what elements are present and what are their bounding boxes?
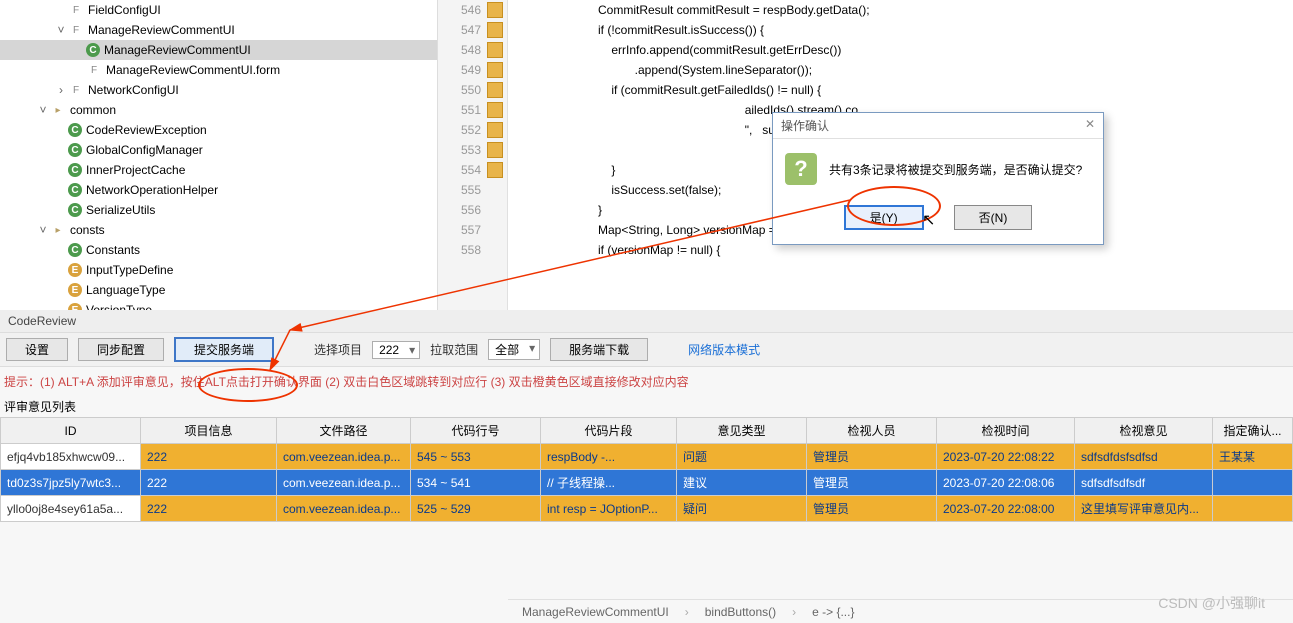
scope-select[interactable]: 全部 xyxy=(488,339,540,360)
column-header[interactable]: 代码行号 xyxy=(411,418,541,444)
toolbar: 设置 同步配置 提交服务端 选择项目 222 拉取范围 全部 服务端下载 网络版… xyxy=(0,332,1293,367)
table-row[interactable]: yllo0oj8e4sey61a5a...222com.veezean.idea… xyxy=(1,496,1293,522)
tree-item[interactable]: CConstants xyxy=(0,240,437,260)
column-header[interactable]: 意见类型 xyxy=(677,418,807,444)
tree-item[interactable]: CSerializeUtils xyxy=(0,200,437,220)
panel-title: CodeReview xyxy=(0,310,1293,332)
table-row[interactable]: efjq4vb185xhwcw09...222com.veezean.idea.… xyxy=(1,444,1293,470)
tree-item[interactable]: CInnerProjectCache xyxy=(0,160,437,180)
confirm-dialog: 操作确认 ✕ ? 共有3条记录将被提交到服务端，是否确认提交? 是(Y) 否(N… xyxy=(772,112,1104,245)
tree-item[interactable]: ˅▸consts xyxy=(0,220,437,240)
tree-item[interactable]: EInputTypeDefine xyxy=(0,260,437,280)
tree-item[interactable]: ˅FManageReviewCommentUI xyxy=(0,20,437,40)
project-tree[interactable]: FFieldConfigUI˅FManageReviewCommentUICMa… xyxy=(0,0,438,310)
submit-server-button[interactable]: 提交服务端 xyxy=(174,337,274,362)
question-icon: ? xyxy=(785,153,817,185)
tree-item[interactable]: FManageReviewCommentUI.form xyxy=(0,60,437,80)
tree-item[interactable]: CNetworkOperationHelper xyxy=(0,180,437,200)
project-select[interactable]: 222 xyxy=(372,341,420,359)
editor-gutter: 546547548549550551552553554555556557558 xyxy=(438,0,508,310)
column-header[interactable]: 文件路径 xyxy=(277,418,411,444)
tree-item[interactable]: FFieldConfigUI xyxy=(0,0,437,20)
tree-item[interactable]: CCodeReviewException xyxy=(0,120,437,140)
yes-button[interactable]: 是(Y) xyxy=(844,205,924,230)
tree-item[interactable]: CManageReviewCommentUI xyxy=(0,40,437,60)
tree-item[interactable]: ˅▸common xyxy=(0,100,437,120)
dialog-message: 共有3条记录将被提交到服务端，是否确认提交? xyxy=(829,161,1082,178)
cursor-icon: ↖ xyxy=(922,210,935,230)
tree-item[interactable]: CGlobalConfigManager xyxy=(0,140,437,160)
download-button[interactable]: 服务端下载 xyxy=(550,338,648,361)
network-mode-link[interactable]: 网络版本模式 xyxy=(688,341,760,358)
column-header[interactable]: 检视意见 xyxy=(1075,418,1213,444)
sync-config-button[interactable]: 同步配置 xyxy=(78,338,164,361)
project-label: 选择项目 xyxy=(314,341,362,358)
close-icon[interactable]: ✕ xyxy=(1085,117,1095,134)
table-row[interactable]: td0z3s7jpz5ly7wtc3...222com.veezean.idea… xyxy=(1,470,1293,496)
breadcrumb-class[interactable]: ManageReviewCommentUI xyxy=(518,605,673,619)
tree-item[interactable]: ›FNetworkConfigUI xyxy=(0,80,437,100)
no-button[interactable]: 否(N) xyxy=(954,205,1033,230)
dialog-title: 操作确认 xyxy=(781,117,829,134)
column-header[interactable]: 指定确认... xyxy=(1213,418,1293,444)
tree-item[interactable]: ELanguageType xyxy=(0,280,437,300)
table-title: 评审意见列表 xyxy=(0,396,1293,417)
review-table[interactable]: ID项目信息文件路径代码行号代码片段意见类型检视人员检视时间检视意见指定确认..… xyxy=(0,417,1293,522)
settings-button[interactable]: 设置 xyxy=(6,338,68,361)
column-header[interactable]: 项目信息 xyxy=(141,418,277,444)
hint-text: 提示：(1) ALT+A 添加评审意见，按住ALT点击打开确认界面 (2) 双击… xyxy=(0,367,1293,396)
scope-label: 拉取范围 xyxy=(430,341,478,358)
watermark: CSDN @小强聊it xyxy=(1158,593,1265,613)
breadcrumb-method[interactable]: bindButtons() xyxy=(701,605,780,619)
column-header[interactable]: 检视人员 xyxy=(807,418,937,444)
breadcrumb-lambda[interactable]: e -> {...} xyxy=(808,605,858,619)
column-header[interactable]: 检视时间 xyxy=(937,418,1075,444)
column-header[interactable]: ID xyxy=(1,418,141,444)
tree-item[interactable]: EVersionType xyxy=(0,300,437,310)
column-header[interactable]: 代码片段 xyxy=(541,418,677,444)
